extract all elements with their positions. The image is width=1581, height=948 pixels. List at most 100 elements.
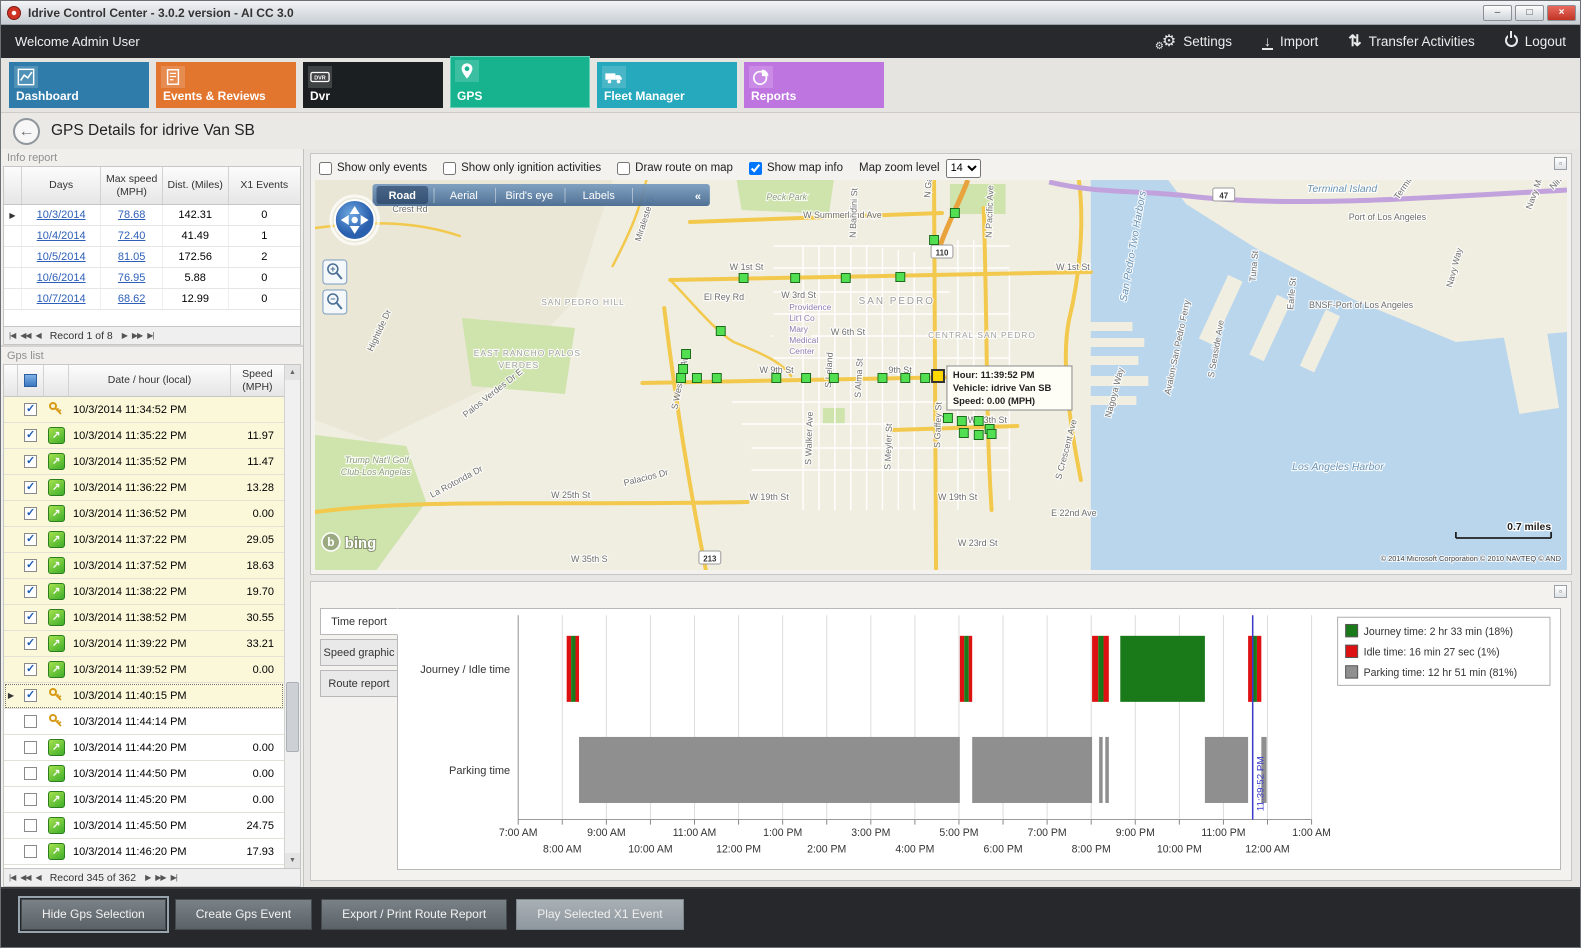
scroll-up-icon[interactable]: ▲: [285, 365, 300, 380]
gps-route-marker[interactable]: [791, 274, 800, 283]
day-link[interactable]: 10/3/2014: [37, 209, 86, 221]
collapse-map-bar-button[interactable]: «: [695, 191, 701, 203]
next-page-button[interactable]: ▶▶: [155, 873, 165, 882]
tab-time-report[interactable]: Time report: [320, 608, 398, 635]
play-selected-x1-event-button[interactable]: Play Selected X1 Event: [516, 899, 683, 930]
row-checkbox[interactable]: [24, 741, 37, 754]
day-link[interactable]: 10/4/2014: [37, 230, 86, 242]
gps-route-marker[interactable]: [712, 374, 721, 383]
gps-route-marker[interactable]: [841, 274, 850, 283]
gps-list-row[interactable]: ✓↗10/3/2014 11:37:22 PM29.05: [4, 527, 284, 553]
gps-list-row[interactable]: ↗10/3/2014 11:45:20 PM0.00: [4, 787, 284, 813]
gps-list-row[interactable]: 10/3/2014 11:44:14 PM: [4, 709, 284, 735]
tab-events-reviews[interactable]: Events & Reviews: [156, 62, 296, 108]
next-page-button[interactable]: ▶▶: [132, 331, 142, 340]
row-checkbox[interactable]: ✓: [24, 403, 37, 416]
prev-page-button[interactable]: ◀◀: [20, 331, 30, 340]
max-speed-link[interactable]: 68.62: [118, 293, 146, 305]
map-zoom-out-button[interactable]: −: [323, 290, 347, 314]
show-only-ignition-option[interactable]: Show only ignition activities: [443, 162, 601, 175]
max-speed-link[interactable]: 81.05: [118, 251, 146, 263]
gps-list-row[interactable]: ✓↗10/3/2014 11:36:52 PM0.00: [4, 501, 284, 527]
last-record-button[interactable]: ▶|: [171, 873, 177, 882]
prev-page-button[interactable]: ◀◀: [20, 873, 30, 882]
gps-route-marker[interactable]: [896, 273, 905, 282]
collapse-time-panel-button[interactable]: ▫: [1554, 585, 1567, 598]
gps-route-marker[interactable]: [878, 374, 887, 383]
gps-route-marker[interactable]: [959, 429, 968, 438]
select-all-icon[interactable]: [24, 374, 37, 387]
prev-record-button[interactable]: ◀: [36, 873, 41, 882]
show-only-events-checkbox[interactable]: [319, 162, 332, 175]
create-gps-event-button[interactable]: Create Gps Event: [175, 899, 312, 930]
day-link[interactable]: 10/6/2014: [37, 272, 86, 284]
collapse-map-panel-button[interactable]: ▫: [1554, 157, 1567, 170]
gps-list-row[interactable]: ✓↗10/3/2014 11:35:22 PM11.97: [4, 423, 284, 449]
row-checkbox[interactable]: [24, 767, 37, 780]
first-record-button[interactable]: |◀: [9, 331, 15, 340]
gps-list-row[interactable]: ▶✓10/3/2014 11:40:15 PM: [4, 683, 284, 709]
row-checkbox[interactable]: ✓: [24, 481, 37, 494]
row-checkbox[interactable]: [24, 715, 37, 728]
row-checkbox[interactable]: ✓: [24, 533, 37, 546]
close-button[interactable]: ×: [1547, 5, 1576, 21]
gps-route-marker[interactable]: [974, 431, 983, 440]
gps-list-scrollbar[interactable]: ▲ ▼: [284, 365, 300, 868]
gps-list-row[interactable]: ✓↗10/3/2014 11:37:52 PM18.63: [4, 553, 284, 579]
last-record-button[interactable]: ▶|: [147, 331, 153, 340]
row-checkbox[interactable]: ✓: [24, 663, 37, 676]
tab-dvr[interactable]: DVRDvr: [303, 62, 443, 108]
gps-route-marker[interactable]: [739, 274, 748, 283]
gps-list-row[interactable]: ↗10/3/2014 11:45:50 PM24.75: [4, 813, 284, 839]
table-row[interactable]: ▶10/3/201478.68142.310: [4, 205, 300, 226]
settings-button[interactable]: ⚙⚙Settings: [1162, 34, 1232, 50]
gps-route-marker[interactable]: [829, 374, 838, 383]
show-map-info-checkbox[interactable]: [749, 162, 762, 175]
gps-route-marker[interactable]: [974, 417, 983, 426]
tab-speed-graphic[interactable]: Speed graphic: [320, 639, 398, 666]
gps-list-row[interactable]: ↗10/3/2014 11:44:20 PM0.00: [4, 735, 284, 761]
gps-list-row[interactable]: ↗10/3/2014 11:46:20 PM17.93: [4, 839, 284, 865]
gps-list-row[interactable]: ✓↗10/3/2014 11:35:52 PM11.47: [4, 449, 284, 475]
show-only-ignition-checkbox[interactable]: [443, 162, 456, 175]
gps-list-row[interactable]: ✓↗10/3/2014 11:36:22 PM13.28: [4, 475, 284, 501]
max-speed-link[interactable]: 78.68: [118, 209, 146, 221]
info-column-header[interactable]: X1 Events: [229, 167, 301, 204]
row-checkbox[interactable]: ✓: [24, 429, 37, 442]
map-style-bird-s-eye[interactable]: Bird's eye: [506, 190, 553, 202]
back-button[interactable]: ←: [13, 118, 40, 145]
export-print-route-report-button[interactable]: Export / Print Route Report: [321, 899, 507, 930]
gps-list-row[interactable]: ✓↗10/3/2014 11:38:52 PM30.55: [4, 605, 284, 631]
gps-route-marker[interactable]: [772, 374, 781, 383]
row-checkbox[interactable]: ✓: [24, 455, 37, 468]
map-zoom-in-button[interactable]: +: [323, 260, 347, 284]
scrollbar-thumb[interactable]: [286, 682, 299, 752]
row-checkbox[interactable]: ✓: [24, 585, 37, 598]
table-row[interactable]: 10/4/201472.4041.491: [4, 226, 300, 247]
minimize-button[interactable]: –: [1483, 5, 1512, 21]
row-checkbox[interactable]: ✓: [24, 611, 37, 624]
map-compass-control[interactable]: [331, 196, 379, 244]
gps-list-row[interactable]: ✓10/3/2014 11:34:52 PM: [4, 397, 284, 423]
tab-route-report[interactable]: Route report: [320, 670, 398, 697]
tab-fleet-manager[interactable]: Fleet Manager: [597, 62, 737, 108]
gps-route-marker[interactable]: [987, 430, 996, 439]
show-only-events-option[interactable]: Show only events: [319, 162, 427, 175]
gps-route-marker[interactable]: [930, 236, 939, 245]
map-style-labels[interactable]: Labels: [583, 190, 616, 202]
tab-reports[interactable]: Reports: [744, 62, 884, 108]
gps-header-select-all[interactable]: [18, 365, 44, 396]
transfer-activities-button[interactable]: ⇅Transfer Activities: [1348, 34, 1474, 50]
row-checkbox[interactable]: [24, 845, 37, 858]
table-row[interactable]: 10/5/201481.05172.562: [4, 247, 300, 268]
info-column-header[interactable]: Max speed (MPH): [101, 167, 163, 204]
draw-route-option[interactable]: Draw route on map: [617, 162, 733, 175]
row-checkbox[interactable]: ✓: [24, 689, 37, 702]
scroll-down-icon[interactable]: ▼: [285, 853, 300, 868]
tab-dashboard[interactable]: Dashboard: [9, 62, 149, 108]
next-record-button[interactable]: ▶: [145, 873, 150, 882]
map-zoom-select[interactable]: 14: [946, 159, 981, 178]
next-record-button[interactable]: ▶: [122, 331, 127, 340]
gps-route-marker[interactable]: [901, 374, 910, 383]
map-style-aerial[interactable]: Aerial: [450, 190, 478, 202]
